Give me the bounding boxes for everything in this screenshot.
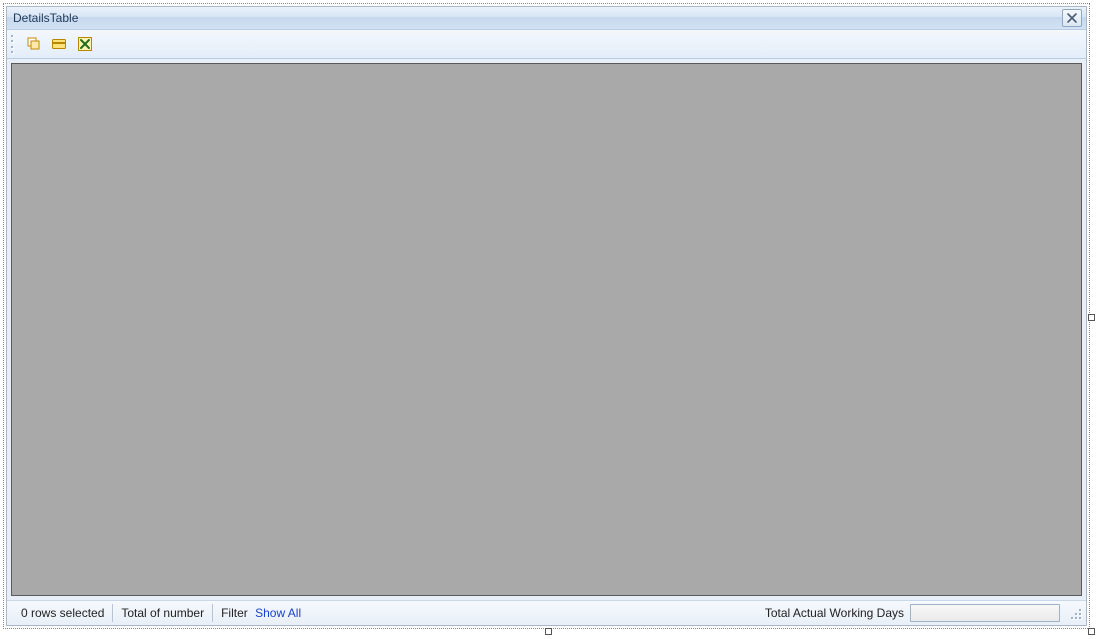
data-grid[interactable] — [11, 63, 1082, 596]
filter-show-all-link[interactable]: Show All — [255, 606, 301, 620]
status-rows-selected: 0 rows selected — [13, 604, 113, 622]
status-filter: Filter Show All — [213, 604, 309, 622]
total-working-days-field — [910, 604, 1060, 622]
status-filter-label: Filter — [221, 606, 248, 620]
details-table-panel: DetailsTable — [6, 6, 1087, 626]
title-bar: DetailsTable — [7, 7, 1086, 30]
selection-handle-right[interactable] — [1088, 314, 1095, 321]
close-icon — [1067, 13, 1077, 23]
toolbar-button-excel[interactable] — [73, 32, 97, 56]
panel-title: DetailsTable — [13, 11, 1062, 25]
status-bar: 0 rows selected Total of number Filter S… — [7, 600, 1086, 625]
card-icon — [51, 36, 67, 52]
toolbar-button-card[interactable] — [47, 32, 71, 56]
selection-handle-bottom[interactable] — [545, 628, 552, 635]
resize-grip[interactable] — [1068, 606, 1082, 620]
toolbar-button-copy[interactable] — [21, 32, 45, 56]
status-total-number: Total of number — [113, 604, 213, 622]
selection-handle-bottom-right[interactable] — [1088, 628, 1095, 635]
copy-icon — [25, 36, 41, 52]
excel-icon — [77, 36, 93, 52]
content-wrapper — [7, 59, 1086, 600]
status-right-label: Total Actual Working Days — [765, 606, 904, 620]
status-right-group: Total Actual Working Days — [765, 604, 1086, 622]
designer-selection-frame: DetailsTable — [3, 3, 1090, 629]
close-button[interactable] — [1062, 9, 1082, 27]
toolbar — [7, 30, 1086, 59]
toolbar-grip[interactable] — [11, 34, 15, 54]
